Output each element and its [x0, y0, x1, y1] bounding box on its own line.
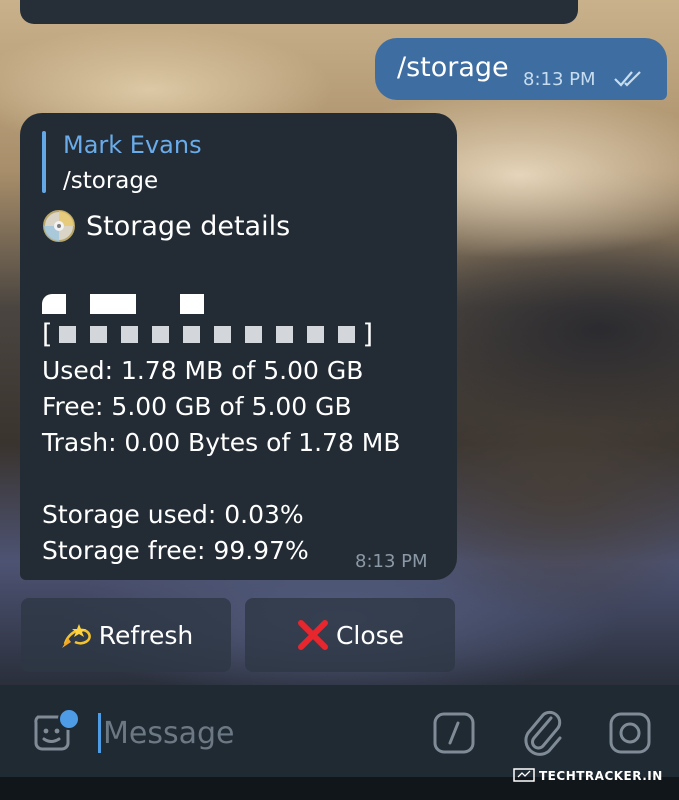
dizzy-icon [61, 624, 91, 648]
bot-message-bubble[interactable]: Mark Evans /storage Storage details [] … [20, 113, 457, 580]
progress-cell [213, 326, 231, 343]
refresh-button[interactable]: Refresh [21, 598, 231, 672]
reply-quote-bar [42, 131, 46, 193]
dvd-icon [43, 210, 75, 242]
close-button[interactable]: Close [245, 598, 455, 672]
outgoing-message-time: 8:13 PM [523, 69, 596, 90]
progress-cell [275, 326, 293, 343]
paperclip-icon[interactable] [520, 706, 566, 758]
progress-cell [89, 326, 107, 343]
double-check-icon [614, 71, 641, 87]
redacted-text-block [42, 294, 66, 314]
progress-close-bracket: ] [362, 319, 374, 350]
redacted-text-block [180, 294, 204, 314]
storage-progress-bar: [ ] [42, 319, 373, 350]
storage-free-line: Storage free: 99.97% [42, 536, 309, 565]
refresh-button-label: Refresh [98, 620, 194, 650]
camera-icon[interactable] [608, 711, 652, 755]
bot-command-icon[interactable] [432, 711, 476, 755]
storage-used-line: Storage used: 0.03% [42, 500, 304, 529]
progress-open-bracket: [ [42, 319, 53, 350]
watermark: TechTracker.in [513, 766, 663, 786]
notification-dot [58, 708, 80, 730]
message-title: Storage details [86, 211, 291, 242]
progress-cell [58, 326, 76, 343]
progress-cell [182, 326, 200, 343]
bot-message-time: 8:13 PM [355, 551, 428, 572]
outgoing-message-text: /storage [397, 52, 509, 83]
close-button-label: Close [335, 620, 405, 650]
progress-cell [151, 326, 169, 343]
progress-cell [306, 326, 324, 343]
reply-quoted-text[interactable]: /storage [63, 168, 158, 194]
monitor-icon [513, 768, 535, 782]
previous-message-bubble[interactable] [20, 0, 578, 24]
used-line: Used: 1.78 MB of 5.00 GB [42, 356, 364, 385]
message-input[interactable] [101, 708, 405, 758]
reply-author-name[interactable]: Mark Evans [63, 131, 202, 159]
trash-line: Trash: 0.00 Bytes of 1.78 MB [42, 428, 401, 457]
progress-cell [337, 326, 355, 343]
free-line: Free: 5.00 GB of 5.00 GB [42, 392, 352, 421]
progress-cell [120, 326, 138, 343]
cross-mark-icon [297, 620, 328, 650]
watermark-text: TechTracker.in [539, 769, 663, 783]
progress-cell [244, 326, 262, 343]
outgoing-message-bubble[interactable]: /storage 8:13 PM [375, 38, 667, 100]
progress-cells [58, 326, 355, 343]
redacted-text-block [90, 294, 136, 314]
